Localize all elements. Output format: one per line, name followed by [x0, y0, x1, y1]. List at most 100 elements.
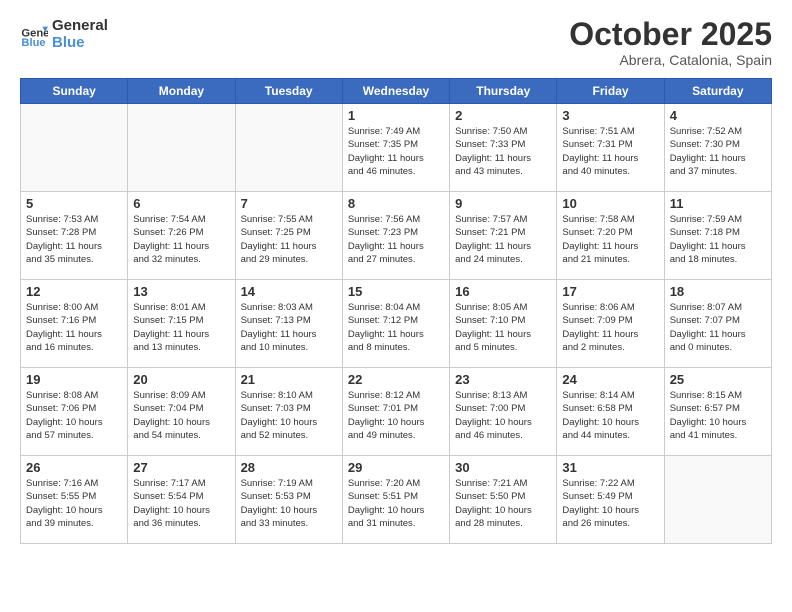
calendar-cell: 6 Sunrise: 7:54 AM Sunset: 7:26 PM Daylig… [128, 192, 235, 280]
weekday-header-wednesday: Wednesday [342, 79, 449, 104]
weekday-header-monday: Monday [128, 79, 235, 104]
calendar-cell [235, 104, 342, 192]
calendar-cell: 22 Sunrise: 8:12 AM Sunset: 7:01 PM Dayli… [342, 368, 449, 456]
calendar-cell: 11Sunrise: 7:59 AM Sunset: 7:18 PM Dayli… [664, 192, 771, 280]
cell-text: Sunrise: 7:20 AM Sunset: 5:51 PM Dayligh… [348, 477, 444, 530]
cell-text: Sunrise: 8:03 AM Sunset: 7:13 PM Dayligh… [241, 301, 337, 354]
cell-text: Sunrise: 7:49 AM Sunset: 7:35 PM Dayligh… [348, 125, 444, 178]
day-number: 13 [133, 284, 229, 299]
day-number: 22 [348, 372, 444, 387]
calendar-cell: 8Sunrise: 7:56 AM Sunset: 7:23 PM Daylig… [342, 192, 449, 280]
calendar-cell: 25Sunrise: 8:15 AM Sunset: 6:57 PM Dayli… [664, 368, 771, 456]
calendar-cell: 10 Sunrise: 7:58 AM Sunset: 7:20 PM Dayli… [557, 192, 664, 280]
calendar-table: SundayMondayTuesdayWednesdayThursdayFrid… [20, 78, 772, 544]
cell-text: Sunrise: 7:57 AM Sunset: 7:21 PM Dayligh… [455, 213, 551, 266]
day-number: 9 [455, 196, 551, 211]
cell-text: Sunrise: 7:16 AM Sunset: 5:55 PM Dayligh… [26, 477, 122, 530]
day-number: 2 [455, 108, 551, 123]
cell-text: Sunrise: 7:51 AM Sunset: 7:31 PM Dayligh… [562, 125, 658, 178]
calendar-cell: 7 Sunrise: 7:55 AM Sunset: 7:25 PM Daylig… [235, 192, 342, 280]
title-block: October 2025 Abrera, Catalonia, Spain [569, 18, 772, 68]
logo-line1: General [52, 18, 108, 35]
day-number: 21 [241, 372, 337, 387]
weekday-header-sunday: Sunday [21, 79, 128, 104]
weekday-header-row: SundayMondayTuesdayWednesdayThursdayFrid… [21, 79, 772, 104]
day-number: 26 [26, 460, 122, 475]
cell-text: Sunrise: 8:08 AM Sunset: 7:06 PM Dayligh… [26, 389, 122, 442]
day-number: 28 [241, 460, 337, 475]
calendar-week-0: 1Sunrise: 7:49 AM Sunset: 7:35 PM Daylig… [21, 104, 772, 192]
cell-text: Sunrise: 8:01 AM Sunset: 7:15 PM Dayligh… [133, 301, 229, 354]
cell-text: Sunrise: 8:04 AM Sunset: 7:12 PM Dayligh… [348, 301, 444, 354]
day-number: 7 [241, 196, 337, 211]
calendar-week-4: 26 Sunrise: 7:16 AM Sunset: 5:55 PM Dayli… [21, 456, 772, 544]
cell-text: Sunrise: 8:09 AM Sunset: 7:04 PM Dayligh… [133, 389, 229, 442]
calendar-cell: 23 Sunrise: 8:13 AM Sunset: 7:00 PM Dayli… [450, 368, 557, 456]
cell-text: Sunrise: 8:00 AM Sunset: 7:16 PM Dayligh… [26, 301, 122, 354]
calendar-cell [128, 104, 235, 192]
cell-text: Sunrise: 8:13 AM Sunset: 7:00 PM Dayligh… [455, 389, 551, 442]
cell-text: Sunrise: 8:14 AM Sunset: 6:58 PM Dayligh… [562, 389, 658, 442]
calendar-cell: 5 Sunrise: 7:53 AM Sunset: 7:28 PM Daylig… [21, 192, 128, 280]
day-number: 5 [26, 196, 122, 211]
calendar-week-3: 19 Sunrise: 8:08 AM Sunset: 7:06 PM Dayli… [21, 368, 772, 456]
calendar-cell [664, 456, 771, 544]
day-number: 16 [455, 284, 551, 299]
calendar-cell: 13 Sunrise: 8:01 AM Sunset: 7:15 PM Dayli… [128, 280, 235, 368]
day-number: 6 [133, 196, 229, 211]
cell-text: Sunrise: 7:53 AM Sunset: 7:28 PM Dayligh… [26, 213, 122, 266]
month-title: October 2025 [569, 18, 772, 50]
day-number: 31 [562, 460, 658, 475]
day-number: 29 [348, 460, 444, 475]
weekday-header-tuesday: Tuesday [235, 79, 342, 104]
cell-text: Sunrise: 7:58 AM Sunset: 7:20 PM Dayligh… [562, 213, 658, 266]
day-number: 8 [348, 196, 444, 211]
cell-text: Sunrise: 8:07 AM Sunset: 7:07 PM Dayligh… [670, 301, 766, 354]
calendar-cell: 17Sunrise: 8:06 AM Sunset: 7:09 PM Dayli… [557, 280, 664, 368]
calendar-cell: 3Sunrise: 7:51 AM Sunset: 7:31 PM Daylig… [557, 104, 664, 192]
day-number: 30 [455, 460, 551, 475]
calendar-cell: 14 Sunrise: 8:03 AM Sunset: 7:13 PM Dayli… [235, 280, 342, 368]
weekday-header-thursday: Thursday [450, 79, 557, 104]
cell-text: Sunrise: 7:21 AM Sunset: 5:50 PM Dayligh… [455, 477, 551, 530]
calendar-cell: 4 Sunrise: 7:52 AM Sunset: 7:30 PM Daylig… [664, 104, 771, 192]
cell-text: Sunrise: 7:17 AM Sunset: 5:54 PM Dayligh… [133, 477, 229, 530]
calendar-week-2: 12Sunrise: 8:00 AM Sunset: 7:16 PM Dayli… [21, 280, 772, 368]
calendar-cell: 29 Sunrise: 7:20 AM Sunset: 5:51 PM Dayli… [342, 456, 449, 544]
cell-text: Sunrise: 7:19 AM Sunset: 5:53 PM Dayligh… [241, 477, 337, 530]
cell-text: Sunrise: 8:12 AM Sunset: 7:01 PM Dayligh… [348, 389, 444, 442]
calendar-cell: 24 Sunrise: 8:14 AM Sunset: 6:58 PM Dayli… [557, 368, 664, 456]
calendar-cell: 15Sunrise: 8:04 AM Sunset: 7:12 PM Dayli… [342, 280, 449, 368]
calendar-cell: 30 Sunrise: 7:21 AM Sunset: 5:50 PM Dayli… [450, 456, 557, 544]
calendar-cell: 28 Sunrise: 7:19 AM Sunset: 5:53 PM Dayli… [235, 456, 342, 544]
logo-line2: Blue [52, 35, 108, 52]
cell-text: Sunrise: 8:05 AM Sunset: 7:10 PM Dayligh… [455, 301, 551, 354]
day-number: 23 [455, 372, 551, 387]
day-number: 19 [26, 372, 122, 387]
page: General Blue General Blue October 2025 A… [0, 0, 792, 612]
calendar-cell: 2 Sunrise: 7:50 AM Sunset: 7:33 PM Daylig… [450, 104, 557, 192]
day-number: 4 [670, 108, 766, 123]
cell-text: Sunrise: 7:52 AM Sunset: 7:30 PM Dayligh… [670, 125, 766, 178]
calendar-cell: 26 Sunrise: 7:16 AM Sunset: 5:55 PM Dayli… [21, 456, 128, 544]
weekday-header-saturday: Saturday [664, 79, 771, 104]
weekday-header-friday: Friday [557, 79, 664, 104]
location: Abrera, Catalonia, Spain [569, 52, 772, 68]
day-number: 27 [133, 460, 229, 475]
svg-text:Blue: Blue [21, 37, 45, 49]
day-number: 25 [670, 372, 766, 387]
cell-text: Sunrise: 7:55 AM Sunset: 7:25 PM Dayligh… [241, 213, 337, 266]
day-number: 10 [562, 196, 658, 211]
day-number: 14 [241, 284, 337, 299]
cell-text: Sunrise: 7:54 AM Sunset: 7:26 PM Dayligh… [133, 213, 229, 266]
calendar-cell: 20 Sunrise: 8:09 AM Sunset: 7:04 PM Dayli… [128, 368, 235, 456]
day-number: 17 [562, 284, 658, 299]
cell-text: Sunrise: 7:50 AM Sunset: 7:33 PM Dayligh… [455, 125, 551, 178]
logo-icon: General Blue [20, 21, 48, 49]
logo: General Blue General Blue [20, 18, 108, 51]
day-number: 20 [133, 372, 229, 387]
day-number: 24 [562, 372, 658, 387]
calendar-cell [21, 104, 128, 192]
calendar-cell: 16 Sunrise: 8:05 AM Sunset: 7:10 PM Dayli… [450, 280, 557, 368]
day-number: 11 [670, 196, 766, 211]
